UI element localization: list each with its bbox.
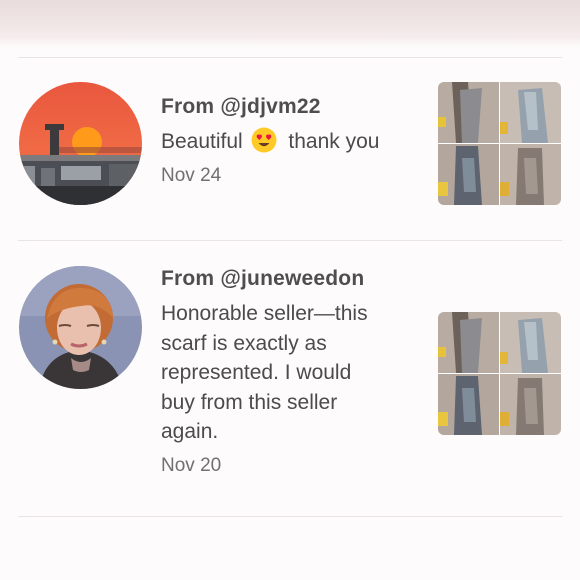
reviewer-avatar[interactable] — [19, 266, 142, 389]
review-text-line: again. — [161, 420, 219, 443]
sunset-photo-avatar — [19, 82, 142, 205]
scarf-photo-grid — [438, 312, 561, 435]
review-author[interactable]: From @juneweedon — [161, 265, 423, 293]
review-text-line: buy from this seller — [161, 390, 338, 414]
review-text-line: represented. I would — [161, 361, 352, 384]
review-text-line: scarf is exactly as — [161, 331, 327, 355]
review-photo-thumbnail[interactable] — [438, 82, 561, 205]
review-meta: From @jdjvm22 Beautiful thank you Nov 24 — [161, 93, 423, 188]
review-text: Beautiful thank you — [161, 127, 423, 157]
woman-portrait-avatar — [19, 266, 142, 389]
review-date: Nov 20 — [161, 454, 222, 476]
top-header-band — [0, 0, 580, 47]
review-text: Honorable seller—this scarf is exactly a… — [161, 299, 423, 447]
reviewer-avatar[interactable] — [19, 82, 142, 205]
divider — [18, 57, 562, 58]
review-date: Nov 24 — [161, 164, 222, 186]
review-handle: @juneweedon — [220, 267, 365, 290]
review-handle: @jdjvm22 — [220, 95, 321, 118]
divider — [18, 516, 562, 517]
heart-eyes-emoji-icon — [251, 127, 277, 153]
scarf-photo-grid — [438, 82, 561, 205]
divider — [18, 240, 562, 241]
review-author[interactable]: From @jdjvm22 — [161, 93, 423, 121]
review-meta: From @juneweedon Honorable seller—this s… — [161, 265, 423, 478]
review-text-line: Honorable seller—this — [161, 302, 368, 325]
review-photo-thumbnail[interactable] — [438, 312, 561, 435]
